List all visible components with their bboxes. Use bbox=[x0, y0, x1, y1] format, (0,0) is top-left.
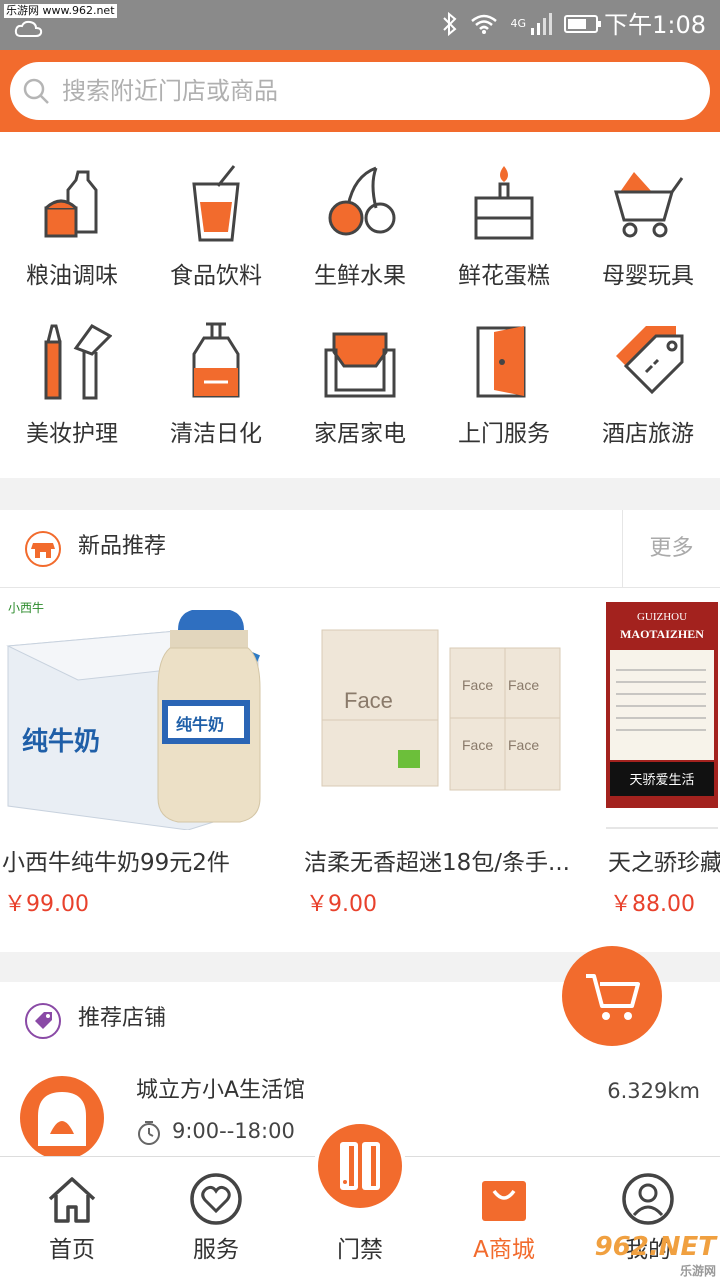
category-label: 母婴玩具 bbox=[602, 263, 694, 289]
category-label: 食品饮料 bbox=[170, 263, 262, 289]
category-label: 粮油调味 bbox=[26, 263, 118, 289]
label-text: MAOTAIZHEN bbox=[620, 627, 704, 641]
product-name: 洁柔无香超迷18包/条手... bbox=[304, 850, 570, 876]
oil-bottle-icon bbox=[44, 170, 98, 238]
pump-bottle-icon bbox=[192, 322, 240, 398]
brand-logo-text: 小西牛 bbox=[8, 600, 44, 615]
clock-time: 下午1:08 bbox=[604, 11, 706, 39]
cosmetics-icon bbox=[44, 324, 112, 400]
tab-home[interactable]: 首页 bbox=[0, 1157, 144, 1280]
search-input[interactable]: 搜索附近门店或商品 bbox=[10, 62, 710, 120]
watermark-label: 乐游网 www.962.net bbox=[4, 4, 117, 18]
cherry-icon bbox=[328, 166, 396, 236]
category-label: 鲜花蛋糕 bbox=[458, 263, 550, 289]
watermark-main: 962.NET bbox=[594, 1232, 716, 1262]
clock-icon bbox=[138, 1121, 160, 1145]
label-text: GUIZHOU bbox=[637, 611, 687, 623]
product-carousel[interactable]: 小西牛 纯牛奶 纯牛奶 小西牛纯牛奶99元2件 ￥99.00 Face Face… bbox=[0, 590, 720, 952]
category-label: 生鲜水果 bbox=[314, 263, 406, 289]
heart-icon bbox=[190, 1173, 242, 1225]
pack-label: Face bbox=[508, 677, 539, 693]
category-beauty[interactable]: 美妆护理 bbox=[0, 290, 144, 450]
cart-button[interactable] bbox=[562, 946, 662, 1046]
product-name: 小西牛纯牛奶99元2件 bbox=[2, 850, 230, 876]
shop-icon bbox=[25, 531, 61, 567]
category-baby-toys[interactable]: 母婴玩具 bbox=[576, 132, 720, 292]
store-name: 城立方小A生活馆 bbox=[136, 1078, 306, 1103]
category-label: 上门服务 bbox=[458, 421, 550, 447]
shopping-bag-icon bbox=[482, 1181, 526, 1221]
store-hours: 9:00--18:00 bbox=[172, 1119, 295, 1143]
network-type: 4G bbox=[510, 17, 526, 30]
category-cleaning[interactable]: 清洁日化 bbox=[144, 290, 288, 450]
access-gate-button[interactable] bbox=[314, 1120, 406, 1212]
signal-icon bbox=[531, 13, 552, 35]
tab-a-mall[interactable]: A商城 bbox=[432, 1157, 576, 1280]
tab-label: 门禁 bbox=[337, 1237, 383, 1263]
stroller-icon bbox=[614, 172, 684, 238]
store-logo bbox=[20, 1076, 104, 1160]
battery-icon bbox=[564, 15, 601, 33]
cart-icon bbox=[586, 974, 640, 1020]
search-header: 搜索附近门店或商品 bbox=[0, 50, 720, 132]
category-label: 美妆护理 bbox=[26, 421, 118, 447]
category-flower-cake[interactable]: 鲜花蛋糕 bbox=[432, 132, 576, 292]
category-grid: 粮油调味 食品饮料 生鲜水果 鲜花蛋糕 母婴玩具 美妆护理 清洁日化 家居家电 … bbox=[0, 132, 720, 478]
section-title: 推荐店铺 bbox=[78, 1006, 167, 1031]
home-icon bbox=[48, 1177, 96, 1223]
box-label: 纯牛奶 bbox=[22, 726, 100, 756]
door-icon bbox=[476, 326, 526, 398]
category-grain-oil[interactable]: 粮油调味 bbox=[0, 132, 144, 292]
tag-icon bbox=[616, 326, 684, 395]
category-home-service[interactable]: 上门服务 bbox=[432, 290, 576, 450]
pack-label: Face bbox=[462, 677, 493, 693]
tab-label: A商城 bbox=[473, 1237, 535, 1263]
status-icons: 4G bbox=[442, 12, 602, 36]
product-name: 天之骄珍藏 bbox=[608, 850, 720, 876]
product-price: ￥99.00 bbox=[4, 892, 89, 917]
section-title: 新品推荐 bbox=[78, 534, 167, 559]
product-price: ￥9.00 bbox=[306, 892, 377, 917]
product-card[interactable]: 小西牛 纯牛奶 纯牛奶 小西牛纯牛奶99元2件 ￥99.00 bbox=[0, 590, 300, 952]
search-placeholder: 搜索附近门店或商品 bbox=[62, 77, 278, 105]
more-link[interactable]: 更多 bbox=[622, 510, 720, 588]
store-distance: 6.329km bbox=[607, 1079, 700, 1103]
bluetooth-icon bbox=[443, 12, 457, 36]
category-food-drink[interactable]: 食品饮料 bbox=[144, 132, 288, 292]
product-image: 小西牛 纯牛奶 纯牛奶 bbox=[0, 590, 300, 830]
access-gate-icon bbox=[340, 1142, 380, 1190]
product-card[interactable]: GUIZHOU MAOTAIZHEN 天骄爱生活 天之骄珍藏 ￥88.00 bbox=[606, 590, 720, 952]
product-image: Face Face Face Face Face bbox=[302, 590, 602, 830]
watermark-sub: 乐游网 bbox=[679, 1264, 716, 1278]
product-card[interactable]: Face Face Face Face Face 洁柔无香超迷18包/条手...… bbox=[302, 590, 602, 952]
cake-icon bbox=[474, 166, 534, 240]
pack-label: Face bbox=[344, 688, 393, 713]
drink-cup-icon bbox=[192, 165, 240, 242]
status-bar: 乐游网 www.962.net 4G 下午1:08 bbox=[0, 0, 720, 50]
label-text: 天骄爱生活 bbox=[629, 773, 694, 788]
category-label: 酒店旅游 bbox=[602, 421, 694, 447]
section-divider bbox=[0, 478, 720, 510]
cloud-icon bbox=[14, 20, 43, 37]
search-icon bbox=[23, 78, 49, 104]
category-label: 家居家电 bbox=[314, 421, 406, 447]
pack-label: Face bbox=[462, 737, 493, 753]
tab-label: 首页 bbox=[49, 1237, 95, 1263]
category-home-appliance[interactable]: 家居家电 bbox=[288, 290, 432, 450]
new-products-header: 新品推荐 更多 bbox=[0, 510, 720, 588]
product-price: ￥88.00 bbox=[610, 892, 695, 917]
product-image: GUIZHOU MAOTAIZHEN 天骄爱生活 bbox=[606, 590, 720, 830]
category-fresh-fruit[interactable]: 生鲜水果 bbox=[288, 132, 432, 292]
category-label: 清洁日化 bbox=[170, 421, 262, 447]
tab-service[interactable]: 服务 bbox=[144, 1157, 288, 1280]
user-icon bbox=[622, 1173, 674, 1225]
tab-label: 服务 bbox=[193, 1237, 239, 1263]
pack-label: Face bbox=[508, 737, 539, 753]
wifi-icon bbox=[471, 14, 498, 34]
sofa-icon bbox=[324, 332, 396, 398]
store-tag-icon bbox=[25, 1003, 61, 1039]
bottle-label: 纯牛奶 bbox=[176, 715, 224, 734]
category-hotel-travel[interactable]: 酒店旅游 bbox=[576, 290, 720, 450]
site-watermark: 962.NET 乐游网 bbox=[595, 1232, 716, 1279]
